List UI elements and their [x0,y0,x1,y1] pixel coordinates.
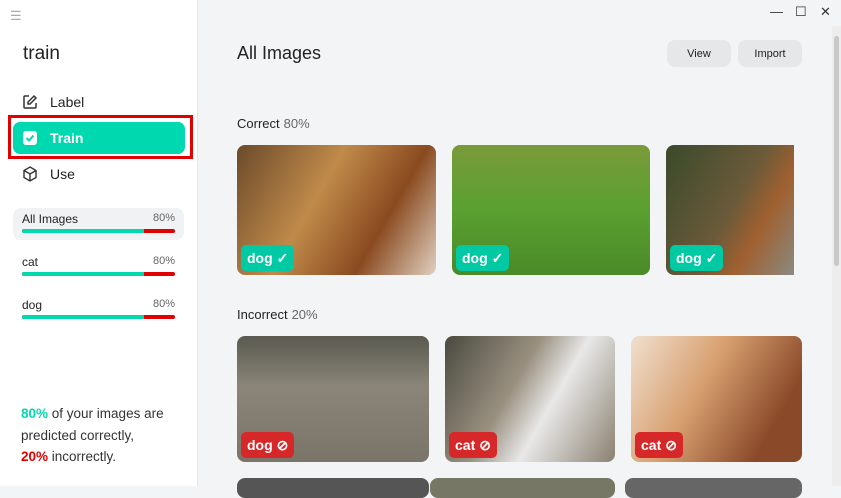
accuracy-bar [22,272,175,276]
maximize-button[interactable]: ☐ [795,4,807,20]
highlight-box [8,115,193,159]
accuracy-bar [22,315,175,319]
image-card[interactable]: dog ⊘ [237,336,429,462]
label-tag: dog ✓ [670,245,724,271]
image-card[interactable] [237,478,429,498]
section-label: Incorrect [237,307,288,322]
tag-text: cat [455,437,476,453]
tag-text: dog [462,250,488,266]
accuracy-bar [22,229,175,233]
image-card[interactable]: cat ⊘ [631,336,802,462]
tag-text: dog [247,250,273,266]
check-icon: ✓ [276,249,289,266]
section-pct: 20% [291,307,318,322]
section-label: Correct [237,116,280,131]
stat-value: 80% [152,298,175,310]
import-button[interactable]: Import [738,40,802,67]
image-card[interactable]: dog ✓ [237,145,436,275]
check-icon: ✓ [491,249,504,266]
label-tag: cat ⊘ [449,432,497,458]
tag-text: dog [676,250,702,266]
stat-value: 80% [152,212,175,224]
cube-icon [23,166,37,182]
project-title: train [23,43,60,64]
stat-label: cat [22,255,39,269]
stat-all-images[interactable]: All Images 80% [13,208,184,240]
scrollbar-thumb[interactable] [834,36,839,266]
section-pct: 80% [283,116,310,131]
nav-use-text: Use [50,166,75,182]
prohibited-icon: ⊘ [665,436,677,453]
hamburger-menu-icon[interactable]: ☰ [10,8,22,24]
stat-dog[interactable]: dog 80% [13,294,184,326]
image-card[interactable] [430,478,615,498]
check-icon: ✓ [705,249,718,266]
prohibited-icon: ⊘ [276,436,289,453]
image-card[interactable]: dog ✓ [666,145,794,275]
stat-value: 80% [152,255,175,267]
tag-text: cat [641,437,662,453]
edit-icon [23,94,38,109]
nav-use[interactable]: Use [13,158,185,190]
nav-label-text: Label [50,94,85,110]
stat-label: dog [22,298,43,312]
close-button[interactable]: ✕ [820,4,831,20]
stat-label: All Images [22,212,79,226]
sidebar: ☰ train Label Train Use All Images 80% ca… [0,0,198,486]
image-card[interactable] [625,478,802,498]
scrollbar[interactable] [832,26,841,486]
view-button[interactable]: View [667,40,731,67]
label-tag: dog ✓ [241,245,295,271]
incorrect-pct: 20% [21,449,49,464]
image-card[interactable]: dog ✓ [452,145,650,275]
summary-text-2: incorrectly. [48,449,117,464]
minimize-button[interactable]: — [770,4,783,19]
correct-pct: 80% [21,406,49,421]
tag-text: dog [247,437,273,453]
label-tag: cat ⊘ [635,432,683,458]
correct-section-header: Correct 80% [237,116,310,131]
stat-cat[interactable]: cat 80% [13,251,184,283]
accuracy-summary: 80% of your images are predicted correct… [21,403,197,468]
label-tag: dog ⊘ [241,432,295,458]
incorrect-section-header: Incorrect 20% [237,307,318,322]
image-card[interactable]: cat ⊘ [445,336,615,462]
label-tag: dog ✓ [456,245,510,271]
page-title: All Images [237,43,322,63]
nav-label[interactable]: Label [13,86,185,118]
prohibited-icon: ⊘ [479,436,491,453]
